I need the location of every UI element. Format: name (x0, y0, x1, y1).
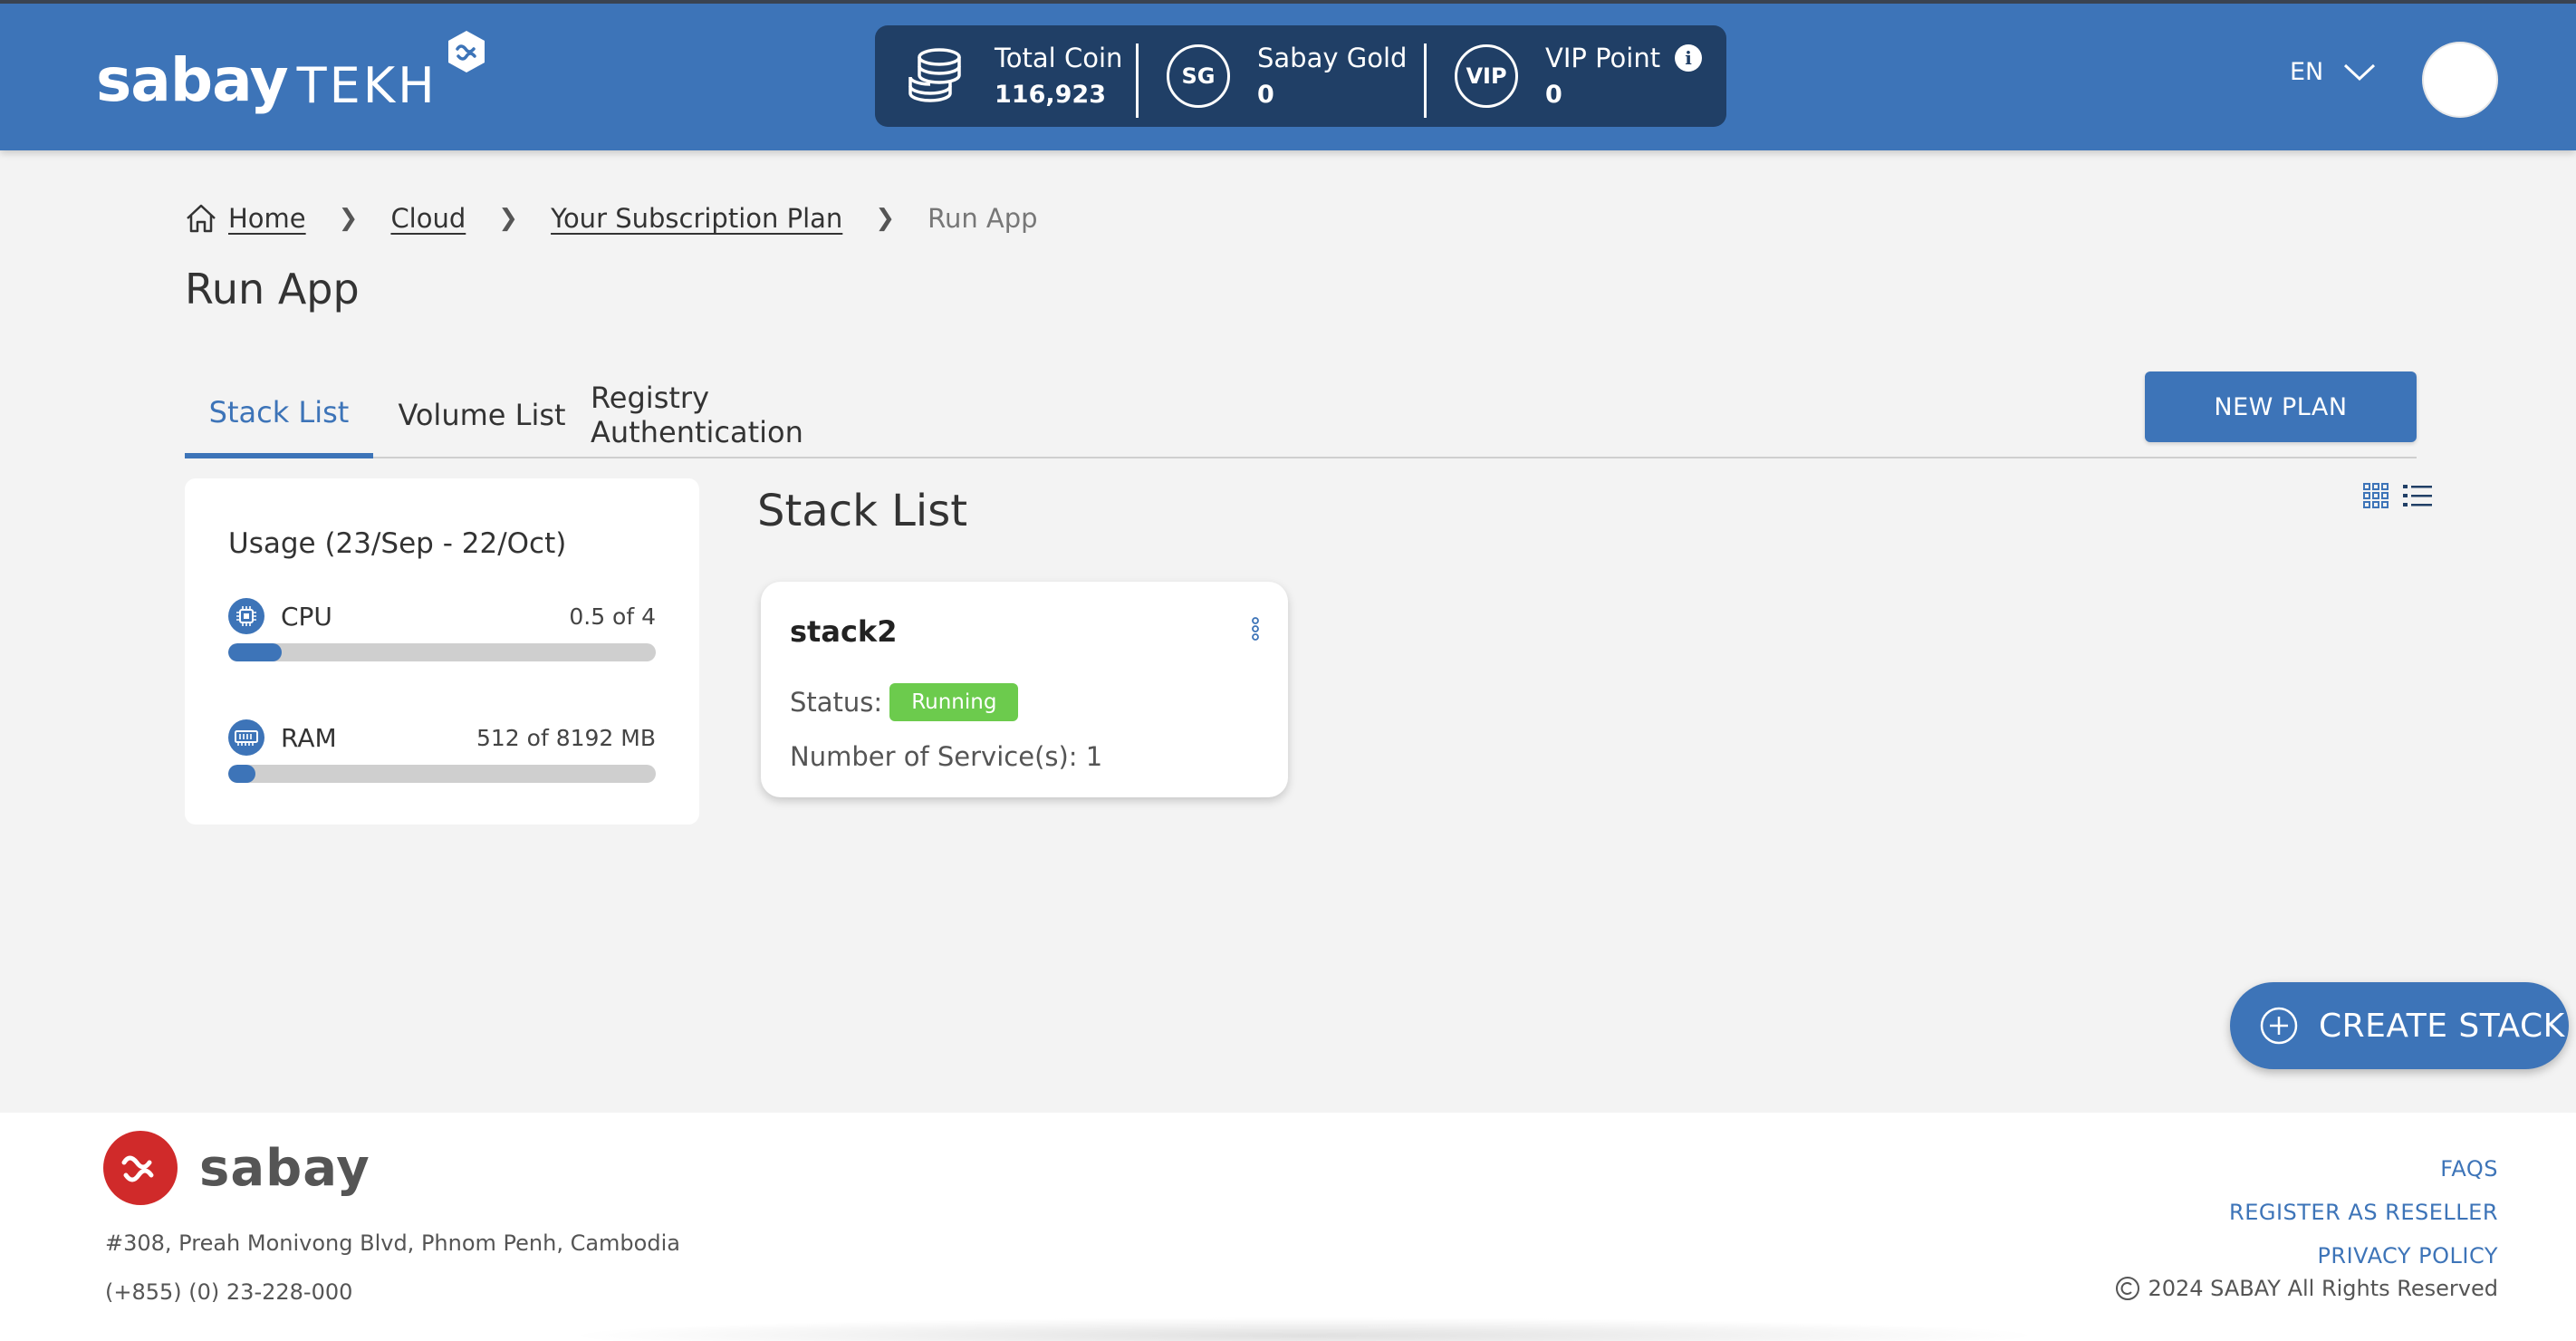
list-view-icon[interactable] (2402, 482, 2433, 509)
vip-point-label: VIP Point (1545, 43, 1661, 73)
sabay-logo-icon (103, 1131, 178, 1205)
cpu-label: CPU (281, 601, 332, 632)
wallet-summary: Total Coin 116,923 SG Sabay Gold 0 VIP V… (875, 25, 1726, 127)
ram-icon (228, 719, 264, 756)
tab-registry-authentication[interactable]: Registry Authentication (591, 381, 917, 458)
wallet-divider (1136, 43, 1139, 118)
more-vertical-icon[interactable] (1250, 616, 1261, 642)
sabay-gold-label: Sabay Gold (1257, 43, 1408, 73)
language-selector[interactable]: EN (2290, 58, 2376, 86)
new-plan-button[interactable]: NEW PLAN (2145, 371, 2417, 442)
logo-badge-icon (448, 31, 485, 72)
footer-links: FAQS REGISTER AS RESELLER PRIVACY POLICY (2229, 1147, 2498, 1278)
usage-ram: RAM 512 of 8192 MB (228, 719, 656, 783)
total-coin-label: Total Coin (995, 43, 1123, 73)
vip-icon: VIP (1455, 44, 1518, 108)
ram-label: RAM (281, 722, 337, 753)
footer: sabay #308, Preah Monivong Blvd, Phnom P… (0, 1113, 2576, 1341)
breadcrumb-home[interactable]: Home (228, 203, 306, 234)
grid-view-icon[interactable] (2362, 482, 2389, 509)
footer-copyright: 2024 SABAY All Rights Reserved (2115, 1276, 2498, 1301)
breadcrumb: Home ❯ Cloud ❯ Your Subscription Plan ❯ … (185, 203, 1038, 234)
info-icon[interactable]: i (1675, 44, 1703, 72)
sabay-gold: SG Sabay Gold 0 (1167, 25, 1407, 127)
top-header: sabay TEKH Total Coin 116,923 SG Sabay G… (0, 0, 2576, 150)
chevron-down-icon (2344, 63, 2376, 81)
home-icon[interactable] (185, 203, 217, 234)
language-label: EN (2290, 58, 2324, 86)
breadcrumb-current: Run App (928, 203, 1038, 234)
chevron-right-icon: ❯ (498, 205, 519, 232)
chevron-right-icon: ❯ (875, 205, 896, 232)
create-stack-button[interactable]: CREATE STACK (2230, 982, 2569, 1069)
stack-list-title: Stack List (757, 486, 968, 536)
coin-stack-icon (902, 43, 967, 109)
footer-link-register-reseller[interactable]: REGISTER AS RESELLER (2229, 1191, 2498, 1234)
usage-cpu: CPU 0.5 of 4 (228, 598, 656, 661)
wallet-divider (1424, 43, 1427, 118)
vip-point: VIP VIP Point i 0 (1455, 25, 1703, 127)
breadcrumb-cloud[interactable]: Cloud (390, 203, 466, 234)
page-title: Run App (185, 265, 360, 314)
footer-logo-text: sabay (199, 1138, 370, 1198)
plus-circle-icon (2260, 1007, 2298, 1045)
ram-progress-fill (228, 765, 255, 783)
stack-card[interactable]: stack2 Status: Running Number of Service… (761, 582, 1288, 797)
footer-phone: (+855) (0) 23-228-000 (105, 1279, 353, 1305)
tab-volume-list[interactable]: Volume List (373, 381, 591, 458)
usage-title: Usage (23/Sep - 22/Oct) (228, 527, 567, 560)
cpu-icon (228, 598, 264, 634)
ram-progress-bar (228, 765, 656, 783)
sabay-gold-value: 0 (1257, 81, 1274, 109)
user-avatar[interactable] (2422, 42, 2498, 118)
logo-secondary-text: TEKH (296, 57, 437, 114)
status-badge: Running (889, 683, 1019, 721)
usage-card: Usage (23/Sep - 22/Oct) CPU 0.5 of 4 RAM… (185, 478, 699, 825)
footer-shadow (562, 1317, 2047, 1341)
sabay-tekh-logo[interactable]: sabay TEKH (96, 29, 485, 115)
cpu-value: 0.5 of 4 (569, 603, 656, 630)
cpu-progress-fill (228, 643, 282, 661)
vip-point-value: 0 (1545, 81, 1562, 109)
stack-name: stack2 (790, 614, 898, 649)
footer-link-privacy-policy[interactable]: PRIVACY POLICY (2229, 1234, 2498, 1278)
chevron-right-icon: ❯ (338, 205, 359, 232)
ram-value: 512 of 8192 MB (476, 724, 656, 751)
total-coin-value: 116,923 (995, 81, 1106, 109)
tab-stack-list[interactable]: Stack List (185, 381, 373, 458)
view-toggle (2350, 482, 2433, 509)
copyright-icon (2116, 1277, 2140, 1300)
breadcrumb-subscription-plan[interactable]: Your Subscription Plan (551, 203, 842, 234)
footer-link-faqs[interactable]: FAQS (2229, 1147, 2498, 1191)
create-stack-label: CREATE STACK (2319, 1007, 2565, 1045)
footer-logo[interactable]: sabay (103, 1131, 370, 1205)
footer-address: #308, Preah Monivong Blvd, Phnom Penh, C… (105, 1230, 680, 1256)
sabay-gold-icon: SG (1167, 44, 1230, 108)
tab-bar: Stack List Volume List Registry Authenti… (185, 381, 2417, 458)
copyright-text: 2024 SABAY All Rights Reserved (2148, 1276, 2498, 1301)
stack-services-count: Number of Service(s): 1 (790, 741, 1103, 772)
cpu-progress-bar (228, 643, 656, 661)
logo-primary-text: sabay (96, 45, 289, 115)
stack-status-label: Status: (790, 687, 883, 718)
total-coin: Total Coin 116,923 (875, 25, 1138, 127)
